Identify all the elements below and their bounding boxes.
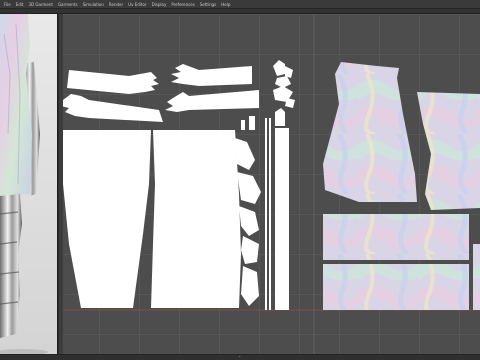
menu-item-file[interactable]: File — [2, 0, 13, 9]
avatar-render — [0, 14, 48, 354]
menu-item-preferences[interactable]: Preferences — [169, 0, 197, 9]
uv-island-bodice-back[interactable] — [417, 92, 480, 210]
menu-item-render[interactable]: Render — [107, 0, 125, 9]
menu-item-settings[interactable]: Settings — [198, 0, 218, 9]
menu-item-garments[interactable]: Garments — [56, 0, 80, 9]
uv-island-skirt-back[interactable] — [151, 130, 241, 308]
uv-layout — [61, 14, 480, 354]
chevron-icon[interactable]: ⌃ — [238, 355, 241, 360]
uv-island-waistband-bottom[interactable] — [323, 264, 469, 310]
menu-bar: File Edit 3D Garment Garments Simulation… — [0, 0, 480, 9]
uv-island-bodice-front[interactable] — [323, 62, 417, 202]
uv-island-edge-piece[interactable] — [473, 244, 480, 310]
menu-item-edit[interactable]: Edit — [14, 0, 26, 9]
avatar-boot — [0, 194, 22, 338]
uv-editor-toolbar-strip — [59, 14, 63, 354]
menu-item-display[interactable]: Display — [150, 0, 169, 9]
menu-item-help[interactable]: Help — [219, 0, 232, 9]
uv-island-waistband-top[interactable] — [323, 214, 469, 260]
uv-island-glove-top-right[interactable] — [171, 64, 252, 86]
menu-item-3d-garment[interactable]: 3D Garment — [26, 0, 54, 9]
menu-item-uv-editor[interactable]: Uv Editor — [126, 0, 148, 9]
uv-editor-panel[interactable] — [59, 14, 480, 354]
status-bar: ⌃ — [0, 354, 480, 360]
uv-island-glove-top-left[interactable] — [67, 70, 159, 94]
uv-island-glove-mid-left[interactable] — [61, 94, 163, 122]
uv-island-glove-mid-right[interactable] — [165, 90, 259, 112]
menu-item-simulation[interactable]: Simulation — [81, 0, 106, 9]
3d-viewport[interactable] — [0, 14, 58, 354]
uv-island-skirt-front[interactable] — [63, 130, 151, 308]
